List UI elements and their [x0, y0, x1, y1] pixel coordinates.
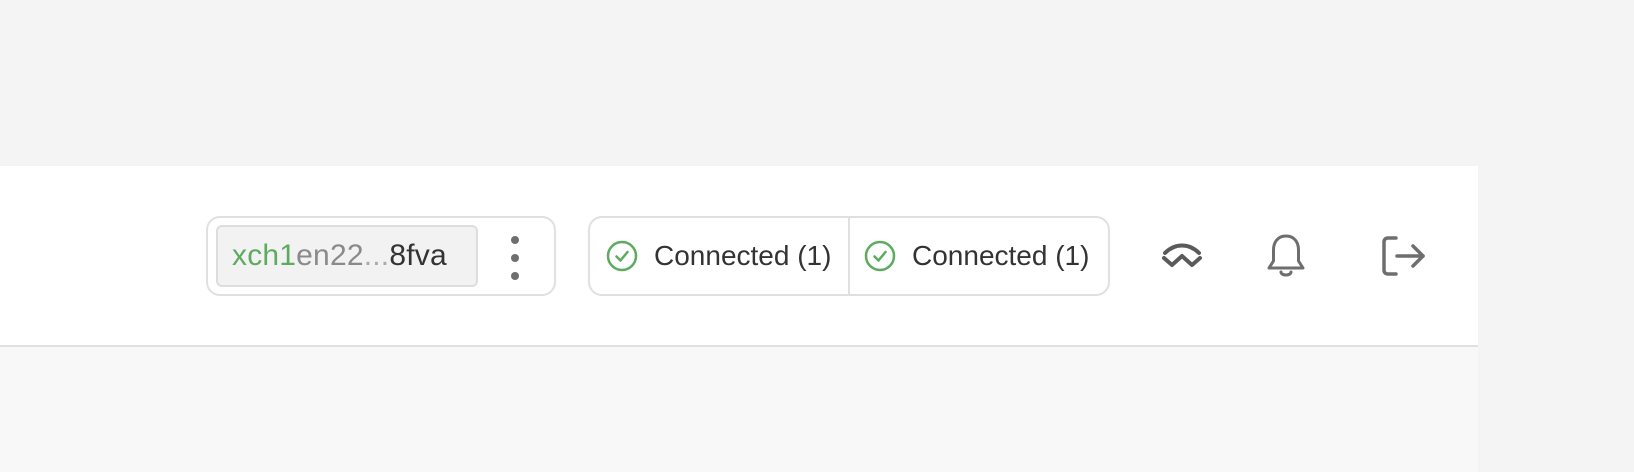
kebab-dot-icon: [511, 254, 519, 262]
main-content-area: [0, 347, 1478, 472]
connection-status-label: Connected (1): [912, 240, 1090, 271]
app-header: xch1en22...8fva Connected (1) Connected …: [0, 166, 1478, 347]
kebab-dot-icon: [511, 272, 519, 280]
connection-status-label: Connected (1): [654, 240, 832, 271]
check-circle-icon: [606, 240, 638, 272]
address-suffix: 8fva: [389, 239, 447, 272]
address-prefix: xch1: [232, 239, 297, 272]
walletconnect-icon: [1162, 243, 1202, 267]
more-options-button[interactable]: [500, 236, 530, 280]
notifications-button[interactable]: [1256, 226, 1316, 286]
address-ellipsis: ...: [363, 239, 390, 272]
wallet-address-chip[interactable]: xch1en22...8fva: [216, 225, 478, 287]
connection-status-wallet[interactable]: Connected (1): [850, 218, 1108, 294]
kebab-dot-icon: [511, 236, 519, 244]
walletconnect-button[interactable]: [1152, 226, 1212, 286]
logout-icon: [1382, 236, 1425, 276]
connection-status-full-node[interactable]: Connected (1): [590, 218, 850, 294]
address-middle: en22: [296, 239, 364, 272]
wallet-address-group: xch1en22...8fva: [206, 216, 556, 296]
check-circle-icon: [864, 240, 896, 272]
bell-icon: [1267, 234, 1305, 277]
logout-button[interactable]: [1374, 226, 1434, 286]
connection-status-group: Connected (1) Connected (1): [588, 216, 1110, 296]
